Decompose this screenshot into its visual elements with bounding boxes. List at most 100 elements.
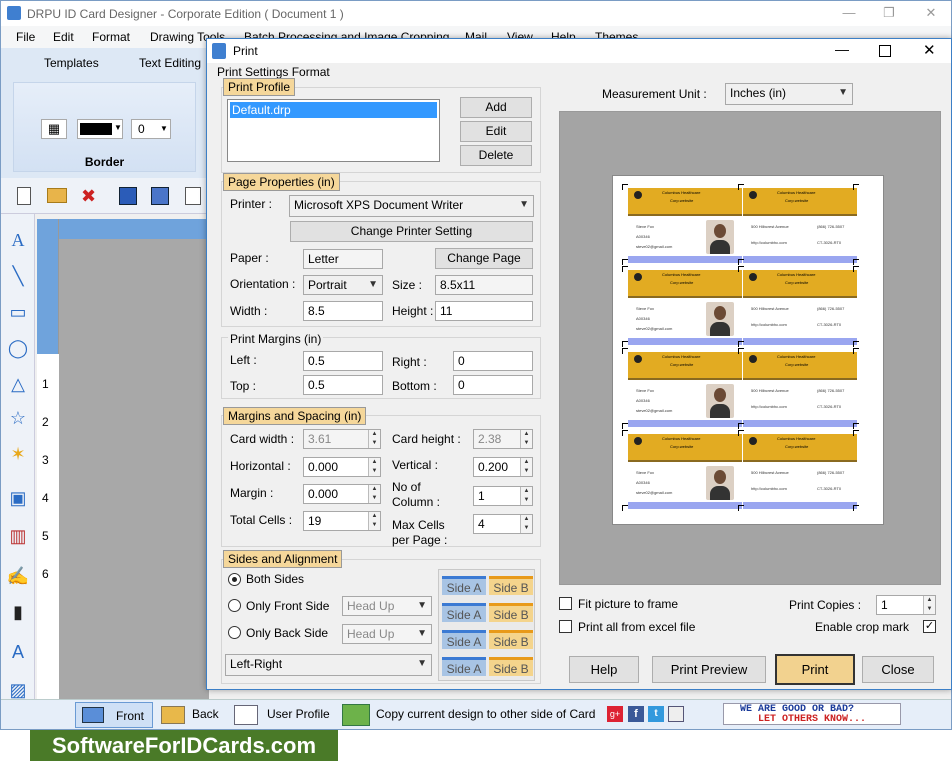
front-label: Front	[116, 709, 145, 723]
height-field[interactable]: 11	[435, 301, 533, 321]
edit-profile-button[interactable]: Edit	[460, 121, 532, 142]
signature-tool-icon[interactable]: ✍	[6, 564, 30, 588]
margin-field[interactable]: 0.000 ▲ ▼	[303, 484, 381, 504]
feedback-banner[interactable]: WE ARE GOOD OR BAD? LET OTHERS KNOW...	[723, 703, 901, 725]
menu-file[interactable]: File	[16, 30, 35, 44]
facebook-icon[interactable]: f	[628, 706, 644, 722]
user-profile-icon[interactable]	[234, 705, 258, 725]
layout-1-side-a[interactable]: Side A	[442, 576, 486, 595]
rectangle-tool-icon[interactable]: ▭	[6, 300, 30, 324]
print-copies-field[interactable]: 1 ▲ ▼	[876, 595, 936, 615]
card-text: CT-3026-RT0	[817, 404, 842, 409]
card-text: steve02@gmail.com	[636, 490, 673, 495]
change-printer-button[interactable]: Change Printer Setting	[290, 221, 533, 242]
border-width-select[interactable]: 0 ▼	[131, 119, 171, 139]
width-field[interactable]: 8.5	[303, 301, 383, 321]
new-icon[interactable]	[17, 187, 31, 205]
shape-tool-icon[interactable]: ✶	[6, 442, 30, 466]
user-profile-tab[interactable]: User Profile	[267, 707, 330, 721]
print-excel-checkbox[interactable]	[559, 620, 572, 633]
card-header: Columbus Healthcare Corp.website	[628, 188, 742, 214]
vertical-field[interactable]: 0.200 ▲ ▼	[473, 457, 533, 477]
dialog-maximize-icon[interactable]	[879, 45, 891, 57]
design-canvas[interactable]	[59, 239, 209, 699]
barcode-tool-icon[interactable]: ▮	[6, 600, 30, 624]
google-plus-icon[interactable]: g+	[607, 706, 623, 722]
printer-select[interactable]: Microsoft XPS Document Writer ▼	[289, 195, 534, 217]
layout-4-side-b[interactable]: Side B	[489, 657, 533, 676]
copy-design-icon[interactable]	[342, 704, 370, 726]
border-color-picker[interactable]: ▼	[77, 119, 123, 139]
image-tool-icon[interactable]: ▣	[6, 486, 30, 510]
columns-label-line-1: No of	[392, 480, 421, 494]
card-company: Columbus Healthcare	[777, 436, 816, 441]
border-style-icon[interactable]: ▦	[41, 119, 67, 139]
top-margin-label: Top :	[230, 379, 257, 393]
close-document-icon[interactable]: ✖	[81, 187, 96, 205]
help-button[interactable]: Help	[569, 656, 639, 683]
change-page-button[interactable]: Change Page	[435, 248, 533, 269]
print-dialog-icon	[212, 43, 226, 59]
dialog-close-icon[interactable]: ✕	[923, 41, 936, 59]
horizontal-field[interactable]: 0.000 ▲ ▼	[303, 457, 381, 477]
menu-edit[interactable]: Edit	[53, 30, 74, 44]
crop-mark	[853, 266, 859, 272]
back-only-radio[interactable]	[228, 626, 241, 639]
share-icon[interactable]	[668, 706, 684, 722]
print-button[interactable]: Print	[775, 654, 855, 685]
top-margin-field[interactable]: 0.5	[303, 375, 383, 395]
text-tool-icon[interactable]: A	[6, 228, 30, 252]
star-tool-icon[interactable]: ☆	[6, 406, 30, 430]
library-tool-icon[interactable]: ▥	[6, 524, 30, 548]
back-tab[interactable]: Back	[192, 707, 219, 721]
orientation-select[interactable]: Portrait ▼	[303, 275, 383, 295]
profile-item[interactable]: Default.drp	[230, 102, 437, 118]
layout-3-side-a[interactable]: Side A	[442, 630, 486, 649]
layout-3-side-b[interactable]: Side B	[489, 630, 533, 649]
tab-templates[interactable]: Templates	[44, 56, 99, 70]
ellipse-tool-icon[interactable]: ◯	[6, 336, 30, 360]
open-icon[interactable]	[47, 188, 67, 203]
export-icon[interactable]	[185, 187, 201, 205]
globe-icon	[634, 191, 642, 199]
save-as-icon[interactable]	[151, 187, 169, 205]
restore-icon[interactable]: ❐	[879, 5, 899, 21]
left-margin-field[interactable]: 0.5	[303, 351, 383, 371]
print-preview-button[interactable]: Print Preview	[652, 656, 766, 683]
columns-field[interactable]: 1 ▲ ▼	[473, 486, 533, 506]
delete-profile-button[interactable]: Delete	[460, 145, 532, 166]
max-cells-field[interactable]: 4 ▲ ▼	[473, 514, 533, 534]
measurement-unit-select[interactable]: Inches (in) ▼	[725, 83, 853, 105]
fit-picture-checkbox[interactable]	[559, 597, 572, 610]
both-sides-radio[interactable]	[228, 573, 241, 586]
total-cells-field[interactable]: 19 ▲ ▼	[303, 511, 381, 531]
layout-2-side-a[interactable]: Side A	[442, 603, 486, 622]
dialog-minimize-icon[interactable]: —	[835, 41, 849, 57]
back-card-icon[interactable]	[161, 706, 185, 724]
front-only-radio[interactable]	[228, 599, 241, 612]
profile-list[interactable]: Default.drp	[227, 99, 440, 162]
tab-text-editing[interactable]: Text Editing	[139, 56, 201, 70]
front-tab[interactable]: Front	[75, 702, 153, 728]
menu-format[interactable]: Format	[92, 30, 130, 44]
copy-design-button[interactable]: Copy current design to other side of Car…	[376, 707, 595, 721]
close-button[interactable]: Close	[862, 656, 934, 683]
layout-2-side-b[interactable]: Side B	[489, 603, 533, 622]
card-company: Columbus Healthcare	[777, 190, 816, 195]
layout-4-side-a[interactable]: Side A	[442, 657, 486, 676]
card-website-label: Corp.website	[785, 198, 809, 203]
card-text: (866) 726-5507	[817, 224, 845, 229]
alignment-select[interactable]: Left-Right ▼	[225, 654, 432, 676]
add-profile-button[interactable]: Add	[460, 97, 532, 118]
watermark-tool-icon[interactable]: A	[6, 640, 30, 664]
close-icon[interactable]: ✕	[921, 5, 941, 21]
line-tool-icon[interactable]: ╲	[6, 264, 30, 288]
minimize-icon[interactable]: —	[839, 5, 859, 21]
twitter-icon[interactable]: t	[648, 706, 664, 722]
enable-crop-checkbox[interactable]: ✓	[923, 620, 936, 633]
save-icon[interactable]	[119, 187, 137, 205]
triangle-tool-icon[interactable]: △	[6, 372, 30, 396]
right-margin-field[interactable]: 0	[453, 351, 533, 371]
bottom-margin-field[interactable]: 0	[453, 375, 533, 395]
layout-1-side-b[interactable]: Side B	[489, 576, 533, 595]
